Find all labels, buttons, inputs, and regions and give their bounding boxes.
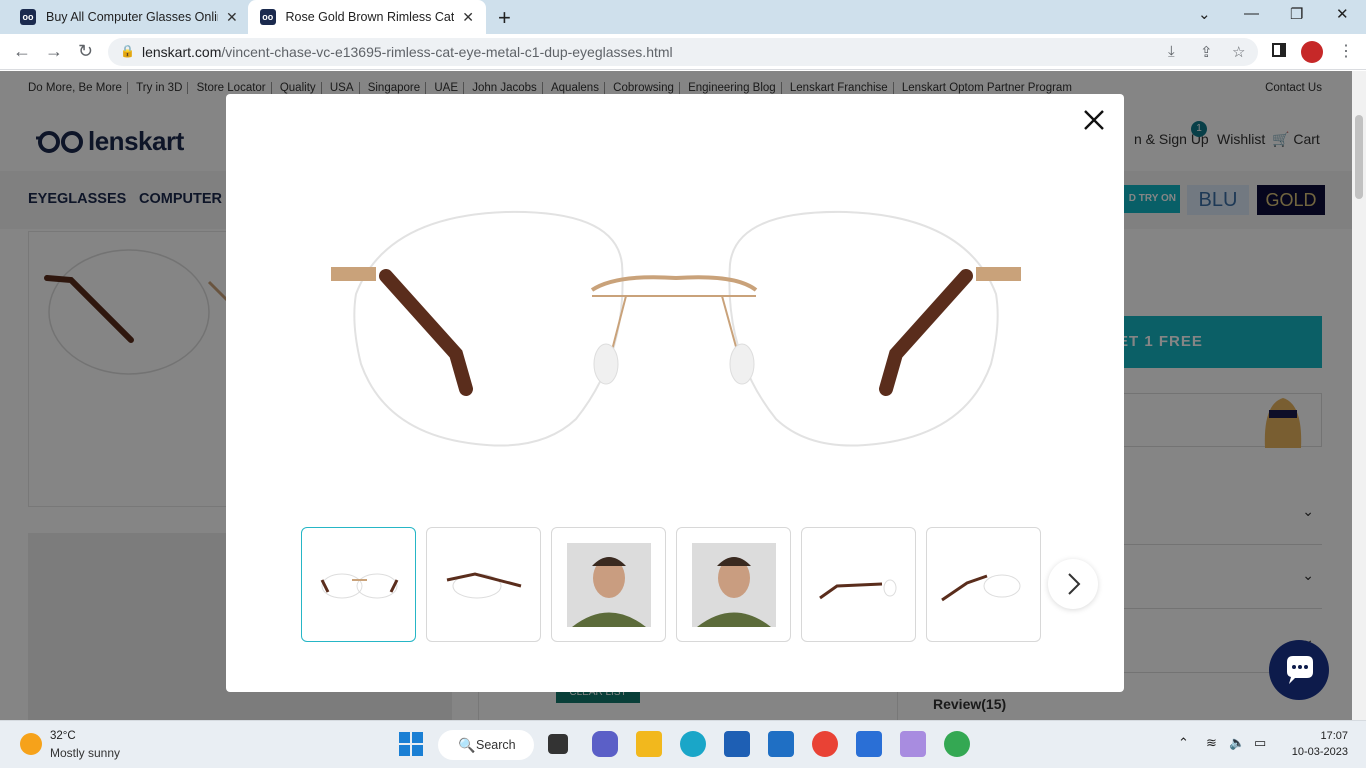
weather-sun-icon[interactable] [20, 733, 42, 755]
chevron-right-icon [1068, 573, 1081, 595]
thumbnail-model-front[interactable] [551, 527, 666, 642]
search-icon: 🔍 [458, 737, 476, 753]
close-tab-icon[interactable]: ✕ [226, 9, 238, 26]
install-icon[interactable]: ⤓ [1168, 43, 1175, 60]
tab-search-icon[interactable]: ⌄ [1198, 5, 1211, 23]
chrome-icon[interactable] [944, 731, 970, 757]
thumbnail-angle-view[interactable] [426, 527, 541, 642]
reload-icon[interactable]: ↻ [78, 41, 93, 62]
url-text: lenskart.com/vincent-chase-vc-e13695-rim… [142, 44, 673, 60]
mail-icon[interactable] [768, 731, 794, 757]
profile-avatar[interactable] [1301, 41, 1323, 63]
address-bar[interactable]: 🔒 lenskart.com/vincent-chase-vc-e13695-r… [108, 38, 1258, 66]
notepad-icon[interactable] [856, 731, 882, 757]
menu-kebab-icon[interactable]: ⋮ [1338, 41, 1354, 61]
show-hidden-icons-icon[interactable]: ⌃ [1178, 735, 1189, 751]
side-panel-icon[interactable] [1272, 43, 1286, 57]
share-icon[interactable]: ⇪ [1200, 43, 1213, 61]
task-view-icon[interactable] [548, 734, 568, 754]
new-tab-icon[interactable]: + [498, 5, 511, 31]
thumbnail-front-view[interactable] [301, 527, 416, 642]
tab-computer-glasses[interactable]: oo Buy All Computer Glasses Online ✕ [8, 0, 250, 34]
maximize-icon[interactable]: ❐ [1290, 5, 1303, 23]
close-modal-icon[interactable] [1082, 108, 1106, 132]
weather-temperature[interactable]: 32°C [50, 730, 76, 742]
lenskart-favicon-icon: oo [260, 9, 276, 25]
clock-date[interactable]: 10-03-2023 [1286, 746, 1348, 758]
tab-title: Buy All Computer Glasses Online [46, 10, 218, 24]
photos-icon[interactable] [900, 731, 926, 757]
forward-icon[interactable]: → [45, 41, 63, 62]
close-tab-icon[interactable]: ✕ [462, 9, 474, 26]
close-window-icon[interactable]: ✕ [1336, 5, 1349, 23]
file-explorer-icon[interactable] [636, 731, 662, 757]
main-product-image [331, 210, 1021, 447]
edge-icon[interactable] [680, 731, 706, 757]
volume-icon[interactable]: 🔈 [1229, 735, 1245, 751]
tab-rose-gold-glasses[interactable]: oo Rose Gold Brown Rimless Cat Eye ✕ [248, 0, 486, 34]
start-menu-icon[interactable] [398, 731, 424, 757]
weather-condition[interactable]: Mostly sunny [50, 746, 120, 760]
taskbar-search[interactable]: 🔍 Search [438, 730, 534, 760]
lenskart-favicon-icon: oo [20, 9, 36, 25]
lock-icon[interactable]: 🔒 [120, 44, 135, 58]
minimize-icon[interactable]: — [1244, 5, 1259, 22]
chat-bubble-icon [1287, 656, 1313, 684]
back-icon[interactable]: ← [13, 41, 31, 62]
next-image-button[interactable] [1048, 559, 1098, 609]
image-gallery-modal [226, 94, 1124, 692]
thumbnail-side-view[interactable] [801, 527, 916, 642]
tab-title: Rose Gold Brown Rimless Cat Eye [285, 10, 455, 24]
thumbnail-model-side[interactable] [676, 527, 791, 642]
browser-tabstrip: oo Buy All Computer Glasses Online ✕ oo … [0, 0, 1366, 34]
chat-button[interactable] [1269, 640, 1329, 700]
page-scrollbar[interactable] [1352, 71, 1366, 720]
windows-taskbar: 32°C Mostly sunny 🔍 Search ⌃ ≋ 🔈 ▭ 17:07 … [0, 720, 1366, 768]
bookmark-star-icon[interactable]: ☆ [1232, 43, 1245, 61]
clock-time[interactable]: 17:07 [1306, 730, 1348, 742]
teams-chat-icon[interactable] [592, 731, 618, 757]
scrollbar-thumb[interactable] [1355, 115, 1363, 199]
store-icon[interactable] [724, 731, 750, 757]
thumbnail-angled-side-view[interactable] [926, 527, 1041, 642]
browser-navbar: ← → ↻ 🔒 lenskart.com/vincent-chase-vc-e1… [0, 34, 1366, 70]
wifi-icon[interactable]: ≋ [1206, 735, 1217, 751]
chrome-profile-icon[interactable] [812, 731, 838, 757]
battery-icon[interactable]: ▭ [1254, 735, 1266, 751]
